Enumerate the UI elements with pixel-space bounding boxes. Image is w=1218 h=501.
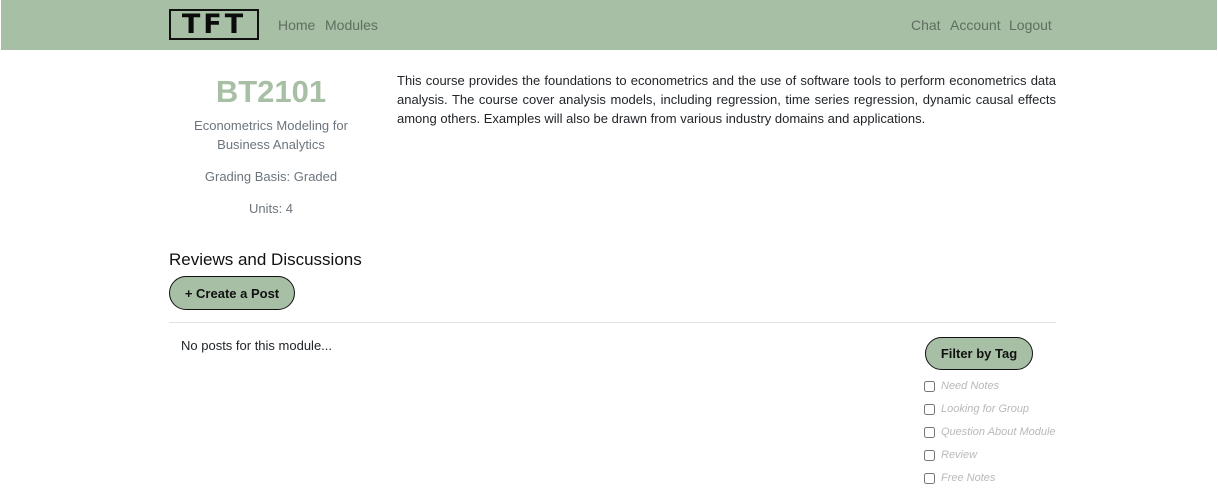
discussions-heading: Reviews and Discussions bbox=[169, 250, 362, 269]
filter-by-tag-button[interactable]: Filter by Tag bbox=[925, 337, 1033, 370]
module-code: BT2101 bbox=[215, 74, 327, 109]
tag-checkbox[interactable] bbox=[924, 380, 935, 392]
tag-label[interactable]: Looking for Group bbox=[941, 403, 1029, 415]
tag-filter-free-notes[interactable]: Free Notes bbox=[924, 472, 995, 484]
nav-link-logout[interactable]: Logout bbox=[1009, 17, 1052, 33]
tag-checkbox[interactable] bbox=[924, 426, 935, 438]
create-post-button[interactable]: + Create a Post bbox=[169, 276, 295, 310]
empty-posts-message: No posts for this module... bbox=[181, 338, 333, 353]
tag-filter-looking-for-group[interactable]: Looking for Group bbox=[924, 403, 1029, 415]
nav-link-chat[interactable]: Chat bbox=[911, 17, 941, 33]
logo-text: TFT bbox=[181, 9, 247, 40]
module-units: Units: 4 bbox=[248, 201, 294, 216]
nav-link-modules[interactable]: Modules bbox=[325, 17, 378, 33]
grading-basis: Grading Basis: Graded bbox=[204, 169, 338, 184]
tag-label[interactable]: Question About Module bbox=[941, 426, 1056, 438]
tag-label[interactable]: Free Notes bbox=[941, 472, 995, 484]
tag-label[interactable]: Review bbox=[941, 449, 977, 461]
tag-checkbox[interactable] bbox=[924, 449, 935, 461]
tag-filter-question-about-module[interactable]: Question About Module bbox=[924, 426, 1056, 438]
tag-label[interactable]: Need Notes bbox=[941, 380, 999, 392]
module-title: Econometrics Modeling for Business Analy… bbox=[194, 118, 348, 152]
tag-filter-need-notes[interactable]: Need Notes bbox=[924, 380, 999, 392]
site-logo[interactable]: TFT bbox=[169, 9, 259, 40]
nav-link-home[interactable]: Home bbox=[278, 17, 315, 33]
nav-link-account[interactable]: Account bbox=[950, 17, 1001, 33]
tag-filter-review[interactable]: Review bbox=[924, 449, 977, 461]
tag-checkbox[interactable] bbox=[924, 472, 935, 484]
module-description: This course provides the foundations to … bbox=[397, 73, 1056, 126]
tag-checkbox[interactable] bbox=[924, 403, 935, 415]
section-divider bbox=[169, 322, 1056, 323]
